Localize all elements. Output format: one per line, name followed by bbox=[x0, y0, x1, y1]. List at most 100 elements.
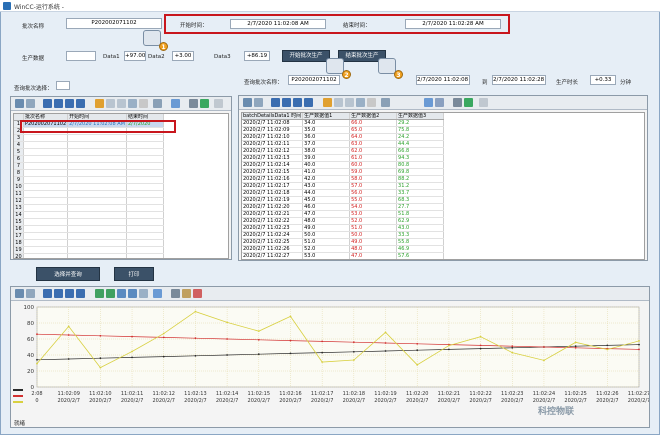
query-name-field[interactable]: P202002071102 bbox=[288, 75, 340, 85]
duration-field[interactable]: +0.33 bbox=[590, 75, 616, 85]
stats-icon[interactable] bbox=[153, 289, 162, 298]
data1-field[interactable]: +97.00 bbox=[124, 51, 146, 61]
print-icon[interactable] bbox=[453, 98, 462, 107]
grid-icon[interactable] bbox=[381, 98, 390, 107]
table-row[interactable]: 5 bbox=[14, 148, 165, 156]
grid-icon[interactable] bbox=[153, 99, 162, 108]
table-row[interactable]: 2020/2/7 11:02:12 38.0 62.0 66.8 bbox=[242, 147, 444, 155]
table-row[interactable]: 20 bbox=[14, 253, 165, 258]
export-icon[interactable] bbox=[356, 98, 365, 107]
table-row[interactable]: 2020/2/7 11:02:15 41.0 59.0 69.8 bbox=[242, 168, 444, 176]
prev-page-icon[interactable] bbox=[54, 289, 63, 298]
table-row[interactable]: 2020/2/7 11:02:25 51.0 49.0 55.8 bbox=[242, 238, 444, 246]
help-icon[interactable] bbox=[214, 99, 223, 108]
prev-page-icon[interactable] bbox=[54, 99, 63, 108]
table-config-icon[interactable] bbox=[26, 99, 35, 108]
table-row[interactable]: 11 bbox=[14, 190, 165, 198]
table-row[interactable]: 2020/2/7 11:02:23 49.0 51.0 43.0 bbox=[242, 224, 444, 232]
table-row[interactable]: 12 bbox=[14, 197, 165, 205]
first-page-icon[interactable] bbox=[43, 99, 52, 108]
table-row[interactable]: 19 bbox=[14, 246, 165, 254]
edit-icon[interactable] bbox=[95, 99, 104, 108]
table-row[interactable]: 2020/2/7 11:02:13 39.0 61.0 94.3 bbox=[242, 154, 444, 162]
first-page-icon[interactable] bbox=[271, 98, 280, 107]
batch-name-field[interactable]: P202002071102 bbox=[66, 18, 162, 29]
print-icon[interactable] bbox=[171, 289, 180, 298]
table-row[interactable]: 2020/2/7 11:02:16 42.0 58.0 88.2 bbox=[242, 175, 444, 183]
table-row[interactable]: 3 bbox=[14, 134, 165, 142]
chart-icon[interactable] bbox=[435, 98, 444, 107]
filter-icon[interactable] bbox=[334, 98, 343, 107]
settings-icon[interactable] bbox=[243, 98, 252, 107]
connect-icon[interactable] bbox=[193, 289, 202, 298]
table-row[interactable]: 8 bbox=[14, 169, 165, 177]
data3-field[interactable]: +86.19 bbox=[244, 51, 270, 61]
table-row[interactable]: 13 bbox=[14, 204, 165, 212]
last-page-icon[interactable] bbox=[76, 289, 85, 298]
start-time-field[interactable]: 2/7/2020 11:02:08 AM bbox=[230, 19, 326, 29]
query-select-field[interactable] bbox=[56, 81, 70, 90]
query-from-field[interactable]: 2/7/2020 11:02:08 AM bbox=[416, 75, 470, 85]
filter-icon[interactable] bbox=[106, 99, 115, 108]
stats-icon[interactable] bbox=[171, 99, 180, 108]
table-config-icon[interactable] bbox=[254, 98, 263, 107]
export-excel-icon[interactable] bbox=[200, 99, 209, 108]
next-page-icon[interactable] bbox=[65, 99, 74, 108]
table-row[interactable]: 2020/2/7 11:02:08 34.0 66.0 29.2 bbox=[242, 119, 444, 127]
print-icon[interactable] bbox=[189, 99, 198, 108]
table-row[interactable]: 16 bbox=[14, 225, 165, 233]
print-button[interactable]: 打印 bbox=[114, 267, 154, 281]
select-columns-icon[interactable] bbox=[117, 99, 126, 108]
settings-icon[interactable] bbox=[15, 99, 24, 108]
table-row[interactable]: 9 bbox=[14, 176, 165, 184]
next-page-icon[interactable] bbox=[65, 289, 74, 298]
table-row[interactable]: 2020/2/7 11:02:11 37.0 63.0 44.4 bbox=[242, 140, 444, 148]
export-icon[interactable] bbox=[128, 99, 137, 108]
table-row[interactable]: 17 bbox=[14, 232, 165, 240]
prev-page-icon[interactable] bbox=[282, 98, 291, 107]
table-row[interactable]: 2020/2/7 11:02:17 43.0 57.0 31.2 bbox=[242, 182, 444, 190]
table-row[interactable]: 2020/2/7 11:02:24 50.0 50.0 33.3 bbox=[242, 231, 444, 239]
table-row[interactable]: 2020/2/7 11:02:27 53.0 47.0 57.6 bbox=[242, 252, 444, 259]
timer-icon[interactable] bbox=[367, 98, 376, 107]
data2-field[interactable]: +3.00 bbox=[172, 51, 194, 61]
zoom-out-icon[interactable] bbox=[106, 289, 115, 298]
edit-icon[interactable] bbox=[323, 98, 332, 107]
stats-icon[interactable] bbox=[424, 98, 433, 107]
select-query-button[interactable]: 选择并查询 bbox=[36, 267, 100, 281]
settings-icon[interactable] bbox=[15, 289, 24, 298]
table-row[interactable]: 2020/2/7 11:02:22 48.0 52.0 62.9 bbox=[242, 217, 444, 225]
original-view-icon[interactable] bbox=[139, 289, 148, 298]
ruler-icon[interactable] bbox=[182, 289, 191, 298]
help-icon[interactable] bbox=[479, 98, 488, 107]
move-icon[interactable] bbox=[128, 289, 137, 298]
table-row[interactable]: 2020/2/7 11:02:18 44.0 56.0 33.7 bbox=[242, 189, 444, 197]
select-columns-icon[interactable] bbox=[345, 98, 354, 107]
start-batch-button[interactable]: 开始批次生产 bbox=[282, 50, 330, 62]
table-row[interactable]: 7 bbox=[14, 162, 165, 170]
table-row[interactable]: 15 bbox=[14, 218, 165, 226]
zoom-area-icon[interactable] bbox=[117, 289, 126, 298]
table-row[interactable]: 14 bbox=[14, 211, 165, 219]
table-row[interactable]: 6 bbox=[14, 155, 165, 163]
zoom-in-icon[interactable] bbox=[95, 289, 104, 298]
table-row[interactable]: 2020/2/7 11:02:14 40.0 60.0 80.8 bbox=[242, 161, 444, 169]
last-page-icon[interactable] bbox=[76, 99, 85, 108]
table-row[interactable]: 2020/2/7 11:02:26 52.0 48.0 46.9 bbox=[242, 245, 444, 253]
table-row[interactable]: 2020/2/7 11:02:09 35.0 65.0 75.8 bbox=[242, 126, 444, 134]
table-row[interactable]: 2020/2/7 11:02:10 36.0 64.0 24.2 bbox=[242, 133, 444, 141]
query-to-field[interactable]: 2/7/2020 11:02:28 AM bbox=[492, 75, 546, 85]
table-row[interactable]: 2020/2/7 11:02:20 46.0 54.0 27.7 bbox=[242, 203, 444, 211]
table-row[interactable]: 2020/2/7 11:02:19 45.0 55.0 68.3 bbox=[242, 196, 444, 204]
table-row[interactable]: 2020/2/7 11:02:21 47.0 53.0 51.8 bbox=[242, 210, 444, 218]
table-row[interactable]: 4 bbox=[14, 141, 165, 149]
end-time-field[interactable]: 2/7/2020 11:02:28 AM bbox=[405, 19, 501, 29]
table-row[interactable]: 18 bbox=[14, 239, 165, 247]
last-page-icon[interactable] bbox=[304, 98, 313, 107]
timer-icon[interactable] bbox=[139, 99, 148, 108]
table-row[interactable]: 10 bbox=[14, 183, 165, 191]
first-page-icon[interactable] bbox=[43, 289, 52, 298]
next-page-icon[interactable] bbox=[293, 98, 302, 107]
trend-config-icon[interactable] bbox=[26, 289, 35, 298]
column-header-time[interactable]: batchDetailsData1 时间 bbox=[242, 113, 304, 120]
